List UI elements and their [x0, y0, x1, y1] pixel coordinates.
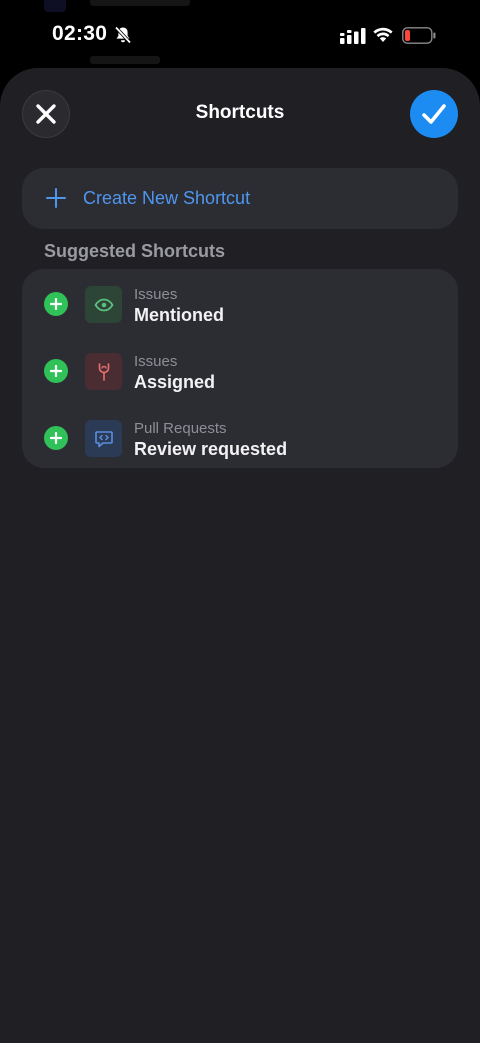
item-category: Issues — [134, 286, 178, 303]
plus-icon — [50, 298, 62, 310]
eye-icon-tile — [85, 286, 122, 323]
checkmark-icon — [422, 104, 446, 124]
add-shortcut-button[interactable] — [44, 359, 68, 383]
status-bar: 02:30 — [0, 0, 480, 68]
eye-icon — [94, 298, 113, 311]
add-shortcut-button[interactable] — [44, 426, 68, 450]
code-review-icon-tile — [85, 420, 122, 457]
status-time: 02:30 — [52, 22, 108, 45]
list-item-issues-mentioned[interactable]: Issues Mentioned — [22, 272, 458, 332]
sheet-title: Shortcuts — [195, 102, 285, 123]
suggested-shortcuts-list: Issues Mentioned Issues Assigned Pull Re… — [22, 269, 458, 468]
wifi-icon — [373, 27, 393, 42]
list-item-issues-assigned[interactable]: Issues Assigned — [22, 339, 458, 399]
suggested-shortcuts-heading: Suggested Shortcuts — [44, 241, 226, 261]
code-review-icon — [94, 430, 113, 447]
create-new-shortcut-label: Create New Shortcut — [83, 188, 251, 208]
screen: 02:30 Shortcuts Create New Shortcut Sugg… — [0, 0, 480, 1043]
shortcuts-sheet: Shortcuts Create New Shortcut Suggested … — [0, 68, 480, 1043]
item-category: Issues — [134, 353, 178, 370]
confirm-button[interactable] — [410, 90, 458, 138]
battery-low-icon — [402, 27, 436, 44]
add-shortcut-button[interactable] — [44, 292, 68, 316]
list-item-pull-requests-review-requested[interactable]: Pull Requests Review requested — [22, 406, 458, 466]
assignee-icon-tile — [85, 353, 122, 390]
item-title: Review requested — [134, 439, 288, 459]
plus-icon — [50, 365, 62, 377]
plus-icon — [50, 432, 62, 444]
item-category: Pull Requests — [134, 420, 227, 437]
plus-icon — [46, 188, 66, 208]
create-new-shortcut-button[interactable]: Create New Shortcut — [22, 168, 458, 229]
bell-slash-icon — [114, 26, 132, 44]
cellular-signal-icon — [340, 28, 366, 44]
assignee-icon — [98, 362, 109, 381]
item-title: Mentioned — [134, 305, 224, 325]
item-title: Assigned — [134, 372, 216, 392]
